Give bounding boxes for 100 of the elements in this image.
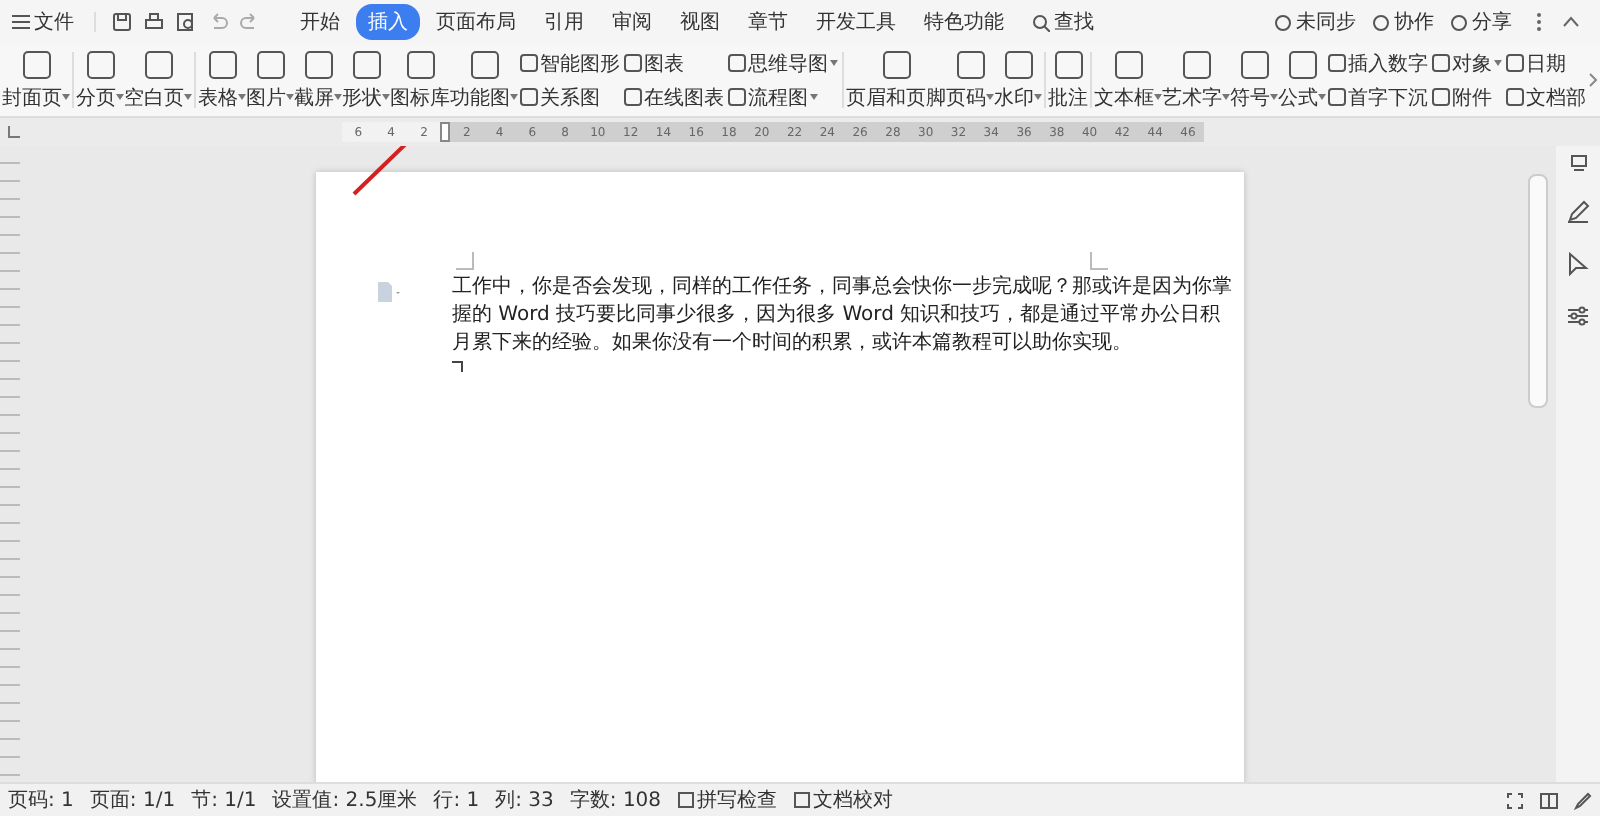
ribbon-button[interactable]: 文本框 (1094, 49, 1162, 111)
ribbon-button[interactable]: 首字下沉 (1328, 83, 1428, 111)
ribbon-button[interactable]: 插入数字 (1328, 49, 1428, 77)
ribbon-tab[interactable]: 视图 (668, 4, 732, 40)
square-icon (1432, 54, 1450, 72)
square-icon (624, 54, 642, 72)
check-box-icon (793, 792, 810, 808)
ribbon-button[interactable]: 智能图形 (520, 49, 620, 77)
square-icon (520, 88, 538, 106)
caret-icon (1154, 94, 1162, 100)
caret-icon (1270, 94, 1278, 100)
caret-icon (810, 94, 818, 100)
ribbon-button[interactable]: 功能图 (450, 49, 518, 111)
caret-icon (1034, 94, 1042, 100)
caret-icon (1222, 94, 1230, 100)
ribbon-button[interactable]: 形状 (342, 49, 390, 111)
ribbon-tab[interactable]: 审阅 (600, 4, 664, 40)
ribbon-tab[interactable]: 引用 (532, 4, 596, 40)
ribbon-button[interactable]: 日期 (1506, 49, 1586, 77)
ribbon-button[interactable]: 表格 (198, 49, 246, 111)
ribbon-tab[interactable]: 开始 (288, 4, 352, 40)
square-icon (1506, 54, 1524, 72)
top-action-button[interactable]: 分享 (1450, 8, 1512, 36)
ribbon-button[interactable]: 流程图 (728, 83, 838, 111)
caret-icon (238, 94, 246, 100)
ribbon-button[interactable]: 图表 (624, 49, 724, 77)
print-icon[interactable] (144, 12, 164, 32)
margin-corner-mark (456, 252, 474, 270)
scrollbar[interactable] (1528, 174, 1548, 408)
ribbon-button[interactable]: 空白页 (124, 49, 192, 111)
ribbon-button[interactable]: 批注 (1048, 49, 1088, 111)
ribbon-button[interactable]: 页眉和页脚 (846, 49, 946, 111)
square-icon (1432, 88, 1450, 106)
square-icon (303, 49, 333, 79)
chevron-right-icon[interactable] (1588, 72, 1598, 88)
square-icon (1506, 88, 1524, 106)
status-text: 设置值: 2.5厘米 (272, 787, 418, 814)
caret-icon (184, 94, 192, 100)
square-icon (881, 49, 911, 79)
status-text: 列: 33 (495, 788, 554, 814)
ribbon-button[interactable]: 封面页 (2, 49, 70, 111)
ribbon-button[interactable]: 图标库 (390, 49, 450, 111)
preview-icon[interactable] (176, 12, 196, 32)
caret-icon (830, 60, 838, 66)
caret-icon (286, 94, 294, 100)
tab-stop-icon[interactable] (8, 126, 20, 138)
monitor-icon[interactable] (1569, 154, 1587, 172)
settings-icon[interactable] (1566, 304, 1590, 328)
ribbon-tab[interactable]: 页面布局 (424, 4, 528, 40)
status-button[interactable]: 拼写检查 (677, 786, 778, 814)
square-icon (21, 49, 51, 79)
collapse-icon[interactable] (1562, 16, 1580, 28)
ribbon-button[interactable]: 水印 (994, 49, 1042, 111)
top-action-button[interactable]: 未同步 (1274, 8, 1356, 36)
cursor-icon[interactable] (1566, 252, 1590, 276)
fullscreen-icon[interactable] (1506, 791, 1524, 809)
ribbon-button[interactable]: 艺术字 (1162, 49, 1230, 111)
ribbon-button[interactable]: 截屏 (294, 49, 342, 111)
ribbon-button[interactable]: 分页 (76, 49, 124, 111)
caret-icon (1318, 94, 1326, 100)
square-icon (405, 49, 435, 79)
ribbon-button[interactable]: 对象 (1432, 49, 1502, 77)
ribbon-tab[interactable]: 插入 (356, 4, 420, 40)
ribbon-tab[interactable]: 特色功能 (912, 4, 1016, 40)
ribbon-button[interactable]: 文档部 (1506, 83, 1586, 111)
save-icon[interactable] (112, 12, 132, 32)
caret-icon (334, 94, 342, 100)
ribbon-tab[interactable]: 章节 (736, 4, 800, 40)
caret-icon (986, 94, 994, 100)
ribbon-tab[interactable]: 开发工具 (804, 4, 908, 40)
ribbon-button[interactable]: 在线图表 (624, 83, 724, 111)
ribbon-button[interactable]: 页码 (946, 49, 994, 111)
top-action-button[interactable]: 协作 (1372, 8, 1434, 36)
square-icon (955, 49, 985, 79)
square-icon (143, 49, 173, 79)
ribbon-button[interactable]: 符号 (1230, 49, 1278, 111)
file-menu[interactable]: 文件 (12, 8, 74, 36)
square-icon (351, 49, 381, 79)
pencil-icon[interactable] (1574, 791, 1592, 809)
ribbon-button[interactable]: 关系图 (520, 83, 620, 111)
status-button[interactable]: 文档校对 (793, 786, 894, 814)
ribbon-button[interactable]: 图片 (246, 49, 294, 111)
square-icon (469, 49, 499, 79)
more-icon[interactable] (1536, 12, 1542, 32)
square-icon (1053, 49, 1083, 79)
square-icon (520, 54, 538, 72)
status-text: 节: 1/1 (191, 787, 257, 814)
ribbon-button[interactable]: 思维导图 (728, 49, 838, 77)
ribbon-button[interactable]: 附件 (1432, 83, 1502, 111)
square-icon (624, 88, 642, 106)
caret-icon (116, 94, 124, 100)
square-icon (1287, 49, 1317, 79)
indent-marker[interactable] (440, 122, 451, 142)
square-icon (728, 88, 746, 106)
ribbon-button[interactable]: 公式 (1278, 49, 1326, 111)
search-button[interactable]: 查找 (1020, 4, 1106, 40)
status-text: 页码: 1 (8, 788, 74, 814)
pencil-icon[interactable] (1566, 200, 1590, 224)
square-icon (1003, 49, 1033, 79)
book-icon[interactable] (1540, 791, 1558, 809)
